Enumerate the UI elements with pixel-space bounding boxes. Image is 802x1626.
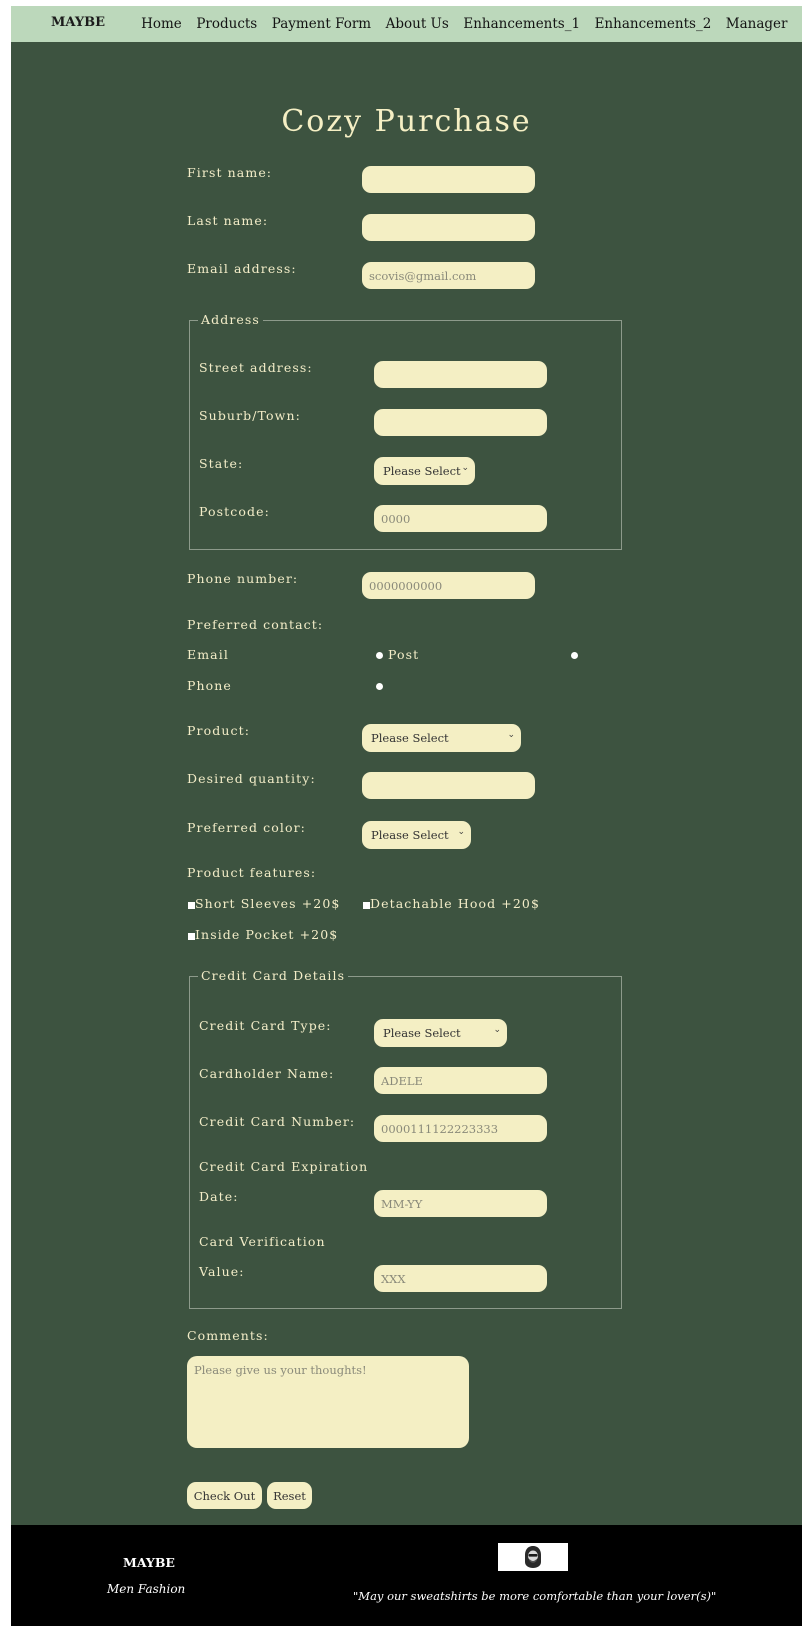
check-out-button[interactable]: Check Out	[187, 1482, 262, 1509]
address-legend: Address	[198, 312, 263, 327]
top-nav: MAYBE Home Products Payment Form About U…	[11, 6, 802, 42]
first-name-label: First name:	[187, 165, 273, 180]
state-label: State:	[199, 456, 244, 471]
expiration-date-input[interactable]	[374, 1190, 547, 1217]
last-name-input[interactable]	[362, 214, 535, 241]
nav-link-enhancements-2[interactable]: Enhancements_2	[595, 16, 712, 32]
reset-button[interactable]: Reset	[267, 1482, 312, 1509]
nav-brand[interactable]: MAYBE	[51, 15, 105, 30]
nav-link-manager[interactable]: Manager	[726, 16, 788, 32]
postcode-input[interactable]	[374, 505, 547, 532]
footer-brand: MAYBE	[123, 1555, 175, 1570]
short-sleeves-label: Short Sleeves +20$	[195, 896, 341, 911]
preferred-color-select[interactable]: Please Select ⌄	[362, 821, 471, 849]
chevron-down-icon: ⌄	[457, 827, 465, 837]
contact-post-label: Post	[388, 647, 420, 662]
cardholder-name-input[interactable]	[374, 1067, 547, 1094]
detachable-hood-label: Detachable Hood +20$	[370, 896, 541, 911]
short-sleeves-checkbox[interactable]	[188, 902, 195, 909]
contact-email-label: Email	[187, 647, 229, 662]
contact-phone-radio[interactable]	[376, 683, 383, 690]
phone-number-label: Phone number:	[187, 571, 299, 586]
footer: MAYBE Men Fashion "May our sweatshirts b…	[11, 1525, 802, 1626]
credit-card-type-value: Please Select	[383, 1026, 461, 1040]
footer-quote: "May our sweatshirts be more comfortable…	[353, 1589, 717, 1603]
credit-card-number-label: Credit Card Number:	[199, 1114, 356, 1129]
state-select[interactable]: Please Select ⌄	[374, 457, 475, 485]
page-title: Cozy Purchase	[281, 104, 532, 139]
product-features-label: Product features:	[187, 865, 317, 880]
desired-quantity-label: Desired quantity:	[187, 771, 316, 786]
contact-phone-label: Phone	[187, 678, 232, 693]
phone-number-input[interactable]	[362, 572, 535, 599]
contact-email-radio[interactable]	[376, 652, 383, 659]
contact-post-radio[interactable]	[571, 652, 578, 659]
postcode-label: Postcode:	[199, 504, 270, 519]
expiration-label-line-1: Credit Card Expiration	[199, 1159, 369, 1174]
cvv-label-line-1: Card Verification	[199, 1234, 326, 1249]
email-label: Email address:	[187, 261, 297, 276]
preferred-color-label: Preferred color:	[187, 820, 306, 835]
cvv-label-line-2: Value:	[199, 1264, 245, 1279]
nav-link-payment-form[interactable]: Payment Form	[272, 16, 371, 32]
expiration-label-line-2: Date:	[199, 1189, 239, 1204]
nav-link-home[interactable]: Home	[141, 16, 182, 32]
product-label: Product:	[187, 723, 250, 738]
footer-tagline: Men Fashion	[107, 1582, 186, 1596]
nav-link-products[interactable]: Products	[196, 16, 257, 32]
chevron-down-icon: ⌄	[507, 730, 515, 740]
credit-card-type-label: Credit Card Type:	[199, 1018, 332, 1033]
street-address-label: Street address:	[199, 360, 313, 375]
credit-card-number-input[interactable]	[374, 1115, 547, 1142]
credit-card-legend: Credit Card Details	[198, 968, 349, 983]
nav-links: Home Products Payment Form About Us Enha…	[141, 6, 802, 42]
first-name-input[interactable]	[362, 166, 535, 193]
inside-pocket-label: Inside Pocket +20$	[195, 927, 339, 942]
desired-quantity-input[interactable]	[362, 772, 535, 799]
last-name-label: Last name:	[187, 213, 269, 228]
nav-link-about-us[interactable]: About Us	[386, 16, 449, 32]
page: MAYBE Home Products Payment Form About U…	[11, 6, 802, 1626]
street-address-input[interactable]	[374, 361, 547, 388]
chevron-down-icon: ⌄	[461, 463, 469, 473]
detachable-hood-checkbox[interactable]	[363, 902, 370, 909]
chevron-down-icon: ⌄	[493, 1025, 501, 1035]
product-select[interactable]: Please Select ⌄	[362, 724, 521, 752]
inside-pocket-checkbox[interactable]	[188, 933, 195, 940]
comments-label: Comments:	[187, 1328, 269, 1343]
suburb-town-label: Suburb/Town:	[199, 408, 301, 423]
hooded-figure-logo-icon	[498, 1543, 568, 1571]
cvv-input[interactable]	[374, 1265, 547, 1292]
nav-link-enhancements-1[interactable]: Enhancements_1	[463, 16, 580, 32]
state-select-value: Please Select	[383, 464, 461, 478]
preferred-contact-label: Preferred contact:	[187, 617, 324, 632]
preferred-color-select-value: Please Select	[371, 828, 449, 842]
comments-textarea[interactable]: Please give us your thoughts!	[187, 1356, 469, 1448]
cardholder-name-label: Cardholder Name:	[199, 1066, 335, 1081]
credit-card-type-select[interactable]: Please Select ⌄	[374, 1019, 507, 1047]
product-select-value: Please Select	[371, 731, 449, 745]
email-input[interactable]	[362, 262, 535, 289]
suburb-town-input[interactable]	[374, 409, 547, 436]
